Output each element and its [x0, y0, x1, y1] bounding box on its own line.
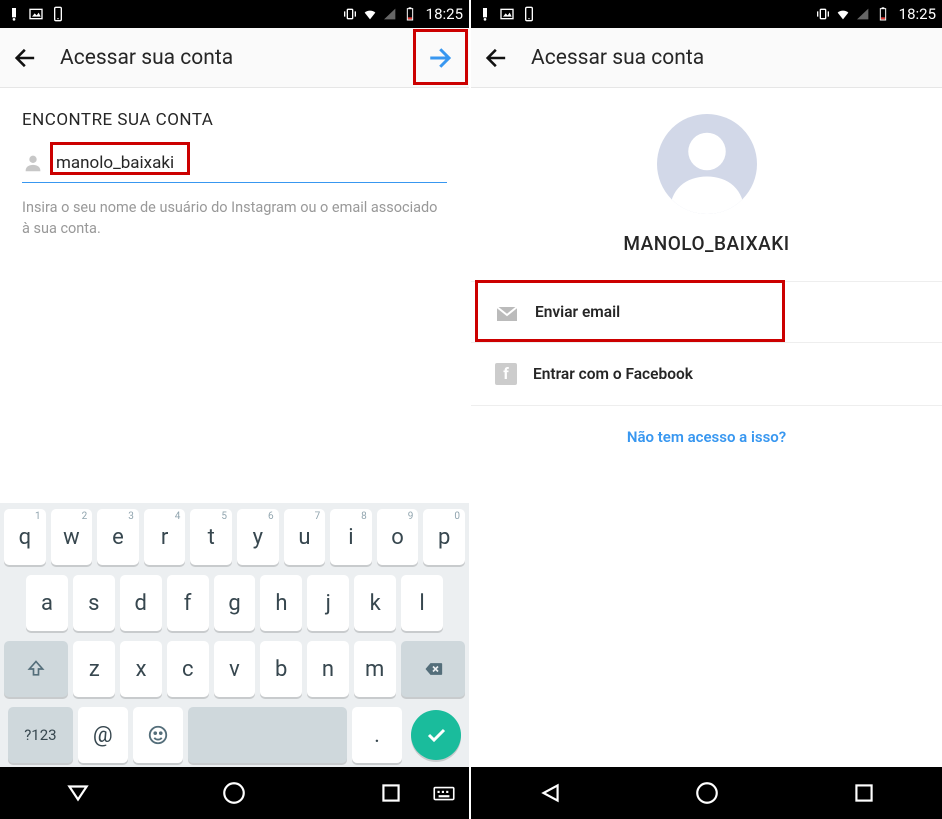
- phone-screen-right: 18:25 Acessar sua conta MANOLO_BAIXAKI E…: [471, 0, 942, 819]
- highlight-box-email: [475, 280, 785, 342]
- username-value: manolo_baixaki: [56, 153, 174, 173]
- no-access-link[interactable]: Não tem acesso a isso?: [471, 406, 942, 468]
- key-symbols[interactable]: ?123: [8, 707, 73, 763]
- avatar: [657, 114, 757, 214]
- nav-back-icon[interactable]: [537, 780, 563, 806]
- battery-low-icon: [875, 6, 891, 22]
- signal-off-icon: [382, 6, 398, 22]
- phone-icon: [50, 6, 66, 22]
- phone-icon: [521, 6, 537, 22]
- helper-text: Insira o seu nome de usuário do Instagra…: [22, 197, 447, 239]
- profile-username: MANOLO_BAIXAKI: [623, 232, 789, 255]
- email-icon: [495, 302, 519, 322]
- key-at[interactable]: @: [78, 707, 128, 763]
- key-n[interactable]: n: [307, 641, 349, 697]
- status-bar: 18:25: [0, 0, 469, 28]
- nav-back-icon[interactable]: [65, 780, 91, 806]
- nav-bar: [471, 767, 942, 819]
- status-bar: 18:25: [471, 0, 942, 28]
- key-i[interactable]: 8i: [330, 509, 372, 565]
- facebook-icon: f: [495, 363, 517, 385]
- key-k[interactable]: k: [354, 575, 396, 631]
- signal-off-icon: [855, 6, 871, 22]
- key-x[interactable]: x: [120, 641, 162, 697]
- key-s[interactable]: s: [73, 575, 115, 631]
- key-dot[interactable]: .: [352, 707, 402, 763]
- back-arrow-icon[interactable]: [483, 44, 511, 72]
- status-time: 18:25: [895, 5, 936, 23]
- image-icon: [28, 6, 44, 22]
- nav-home-icon[interactable]: [221, 780, 247, 806]
- notification-icon: [477, 6, 493, 22]
- key-shift[interactable]: [4, 641, 68, 697]
- battery-low-icon: [402, 6, 418, 22]
- nav-recent-icon[interactable]: [851, 780, 877, 806]
- key-backspace[interactable]: [401, 641, 465, 697]
- options-list: Enviar email f Entrar com o Facebook: [471, 281, 942, 406]
- app-header: Acessar sua conta: [471, 28, 942, 88]
- image-icon: [499, 6, 515, 22]
- section-title: ENCONTRE SUA CONTA: [22, 110, 447, 130]
- key-w[interactable]: 2w: [51, 509, 93, 565]
- key-y[interactable]: 6y: [237, 509, 279, 565]
- next-arrow-button[interactable]: [421, 40, 457, 76]
- key-r[interactable]: 4r: [144, 509, 186, 565]
- key-space[interactable]: [188, 707, 348, 763]
- option-facebook-label: Entrar com o Facebook: [533, 365, 693, 383]
- key-a[interactable]: a: [26, 575, 68, 631]
- key-o[interactable]: 9o: [377, 509, 419, 565]
- key-h[interactable]: h: [260, 575, 302, 631]
- app-header: Acessar sua conta: [0, 28, 469, 88]
- soft-keyboard[interactable]: 1q2w3e4r5t6y7u8i9o0p asdfghjkl zxcvbnm ?…: [0, 503, 469, 767]
- key-v[interactable]: v: [214, 641, 256, 697]
- content-area: ENCONTRE SUA CONTA manolo_baixaki Insira…: [0, 88, 469, 503]
- key-e[interactable]: 3e: [97, 509, 139, 565]
- notification-icon: [6, 6, 22, 22]
- nav-bar: [0, 767, 469, 819]
- header-title: Acessar sua conta: [60, 46, 233, 70]
- key-f[interactable]: f: [167, 575, 209, 631]
- key-m[interactable]: m: [354, 641, 396, 697]
- nav-recent-icon[interactable]: [378, 780, 404, 806]
- key-d[interactable]: d: [120, 575, 162, 631]
- back-arrow-icon[interactable]: [12, 44, 40, 72]
- key-u[interactable]: 7u: [284, 509, 326, 565]
- header-title: Acessar sua conta: [531, 46, 704, 70]
- key-p[interactable]: 0p: [423, 509, 465, 565]
- key-g[interactable]: g: [214, 575, 256, 631]
- key-t[interactable]: 5t: [190, 509, 232, 565]
- nav-keyboard-icon[interactable]: [431, 780, 457, 806]
- username-input-row[interactable]: manolo_baixaki: [22, 148, 447, 183]
- key-j[interactable]: j: [307, 575, 349, 631]
- phone-screen-left: 18:25 Acessar sua conta ENCONTRE SUA CON…: [0, 0, 471, 819]
- profile-section: MANOLO_BAIXAKI: [471, 88, 942, 255]
- key-l[interactable]: l: [401, 575, 443, 631]
- person-icon: [22, 152, 44, 174]
- key-c[interactable]: c: [167, 641, 209, 697]
- key-q[interactable]: 1q: [4, 509, 46, 565]
- wifi-icon: [362, 6, 378, 22]
- wifi-icon: [835, 6, 851, 22]
- vibrate-icon: [815, 6, 831, 22]
- key-enter[interactable]: [411, 710, 461, 760]
- option-login-facebook[interactable]: f Entrar com o Facebook: [471, 343, 942, 406]
- option-send-email[interactable]: Enviar email: [471, 282, 942, 343]
- key-b[interactable]: b: [260, 641, 302, 697]
- option-email-label: Enviar email: [535, 303, 620, 321]
- key-z[interactable]: z: [73, 641, 115, 697]
- status-time: 18:25: [422, 5, 463, 23]
- key-emoji[interactable]: [133, 707, 183, 763]
- nav-home-icon[interactable]: [694, 780, 720, 806]
- vibrate-icon: [342, 6, 358, 22]
